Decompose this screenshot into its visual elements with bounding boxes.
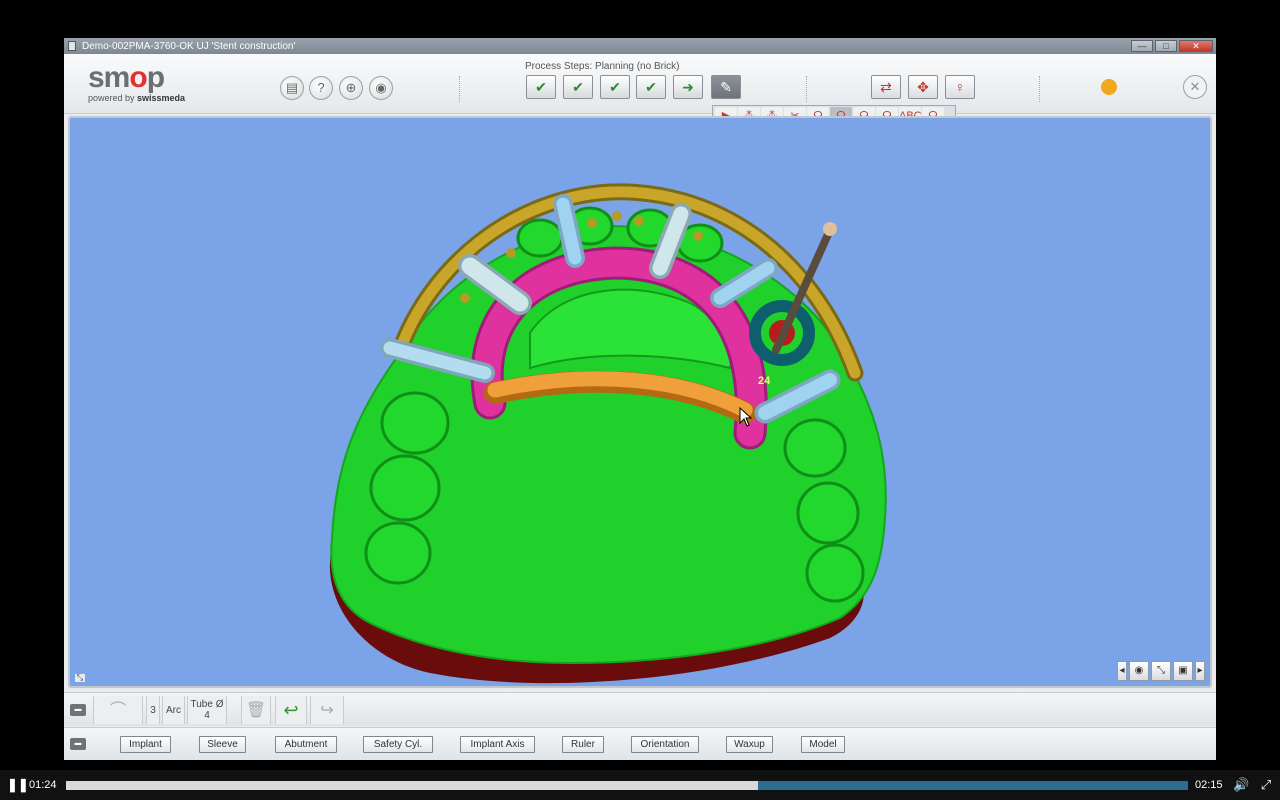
panel-collapse-button[interactable]: ▬: [70, 704, 86, 716]
logo-wordmark: smop: [88, 61, 165, 94]
arc-type-label: Arc: [162, 696, 185, 724]
help-button[interactable]: ?: [309, 76, 333, 100]
arc-shape-icon[interactable]: ⌒: [93, 696, 143, 724]
maximize-button[interactable]: □: [1155, 40, 1177, 52]
delete-icon[interactable]: 🗑: [241, 696, 271, 724]
close-app-button[interactable]: ✕: [1183, 75, 1207, 99]
object-visibility-panel: ▬ Implant Sleeve Abutment Safety Cyl. Im…: [64, 727, 1216, 760]
progress-bar-played: [66, 781, 759, 790]
window-titlebar: Demo-002PMA-3760-OK UJ 'Stent constructi…: [64, 38, 1216, 54]
progress-bar[interactable]: [66, 781, 1188, 790]
view-person-button[interactable]: ♀: [945, 75, 975, 99]
duration: 02:15: [1195, 779, 1223, 791]
implant-axis-tip[interactable]: [823, 222, 837, 236]
tube-diameter-label: Tube Ø: [190, 699, 224, 710]
step-3-button[interactable]: ✔: [600, 75, 630, 99]
video-player-controls: ❚❚ 01:24 02:15 🔊 ⤢: [0, 770, 1280, 800]
3d-viewport[interactable]: 24 ⤡ ◂ ◉ ⤡ ▣ ▸: [68, 116, 1212, 688]
step-4-button[interactable]: ✔: [636, 75, 666, 99]
safety-cylinder-toggle-button[interactable]: Safety Cyl.: [363, 736, 433, 753]
main-toolbar: smop powered by swissmeda ▤ ? ⊕ ◉ Proces…: [64, 54, 1216, 114]
arc-count-value: 3: [146, 696, 160, 724]
view-rotate-button[interactable]: ⇄: [871, 75, 901, 99]
save-button[interactable]: ▤: [280, 76, 304, 100]
smop-logo: smop powered by swissmeda: [88, 61, 186, 104]
toolbar-divider: [459, 76, 460, 102]
current-time: 01:24: [29, 779, 57, 791]
app-icon: [68, 41, 76, 51]
sleeve-toggle-button[interactable]: Sleeve: [199, 736, 246, 753]
ruler-toggle-button[interactable]: Ruler: [562, 736, 604, 753]
process-steps-label: Process Steps: Planning (no Brick): [525, 61, 680, 72]
model-toggle-button[interactable]: Model: [801, 736, 845, 753]
implant-label: 24: [758, 375, 771, 387]
viewport-layout-button[interactable]: ▣: [1173, 661, 1193, 681]
pause-button[interactable]: ❚❚: [7, 778, 29, 792]
video-frame: Demo-002PMA-3760-OK UJ 'Stent constructi…: [0, 0, 1280, 800]
window-close-button[interactable]: ✕: [1179, 40, 1213, 52]
step-6-stent-construction-button[interactable]: ✎: [711, 75, 741, 99]
viewport-controls: ◂ ◉ ⤡ ▣ ▸: [1117, 661, 1205, 681]
viewport-prev-button[interactable]: ◂: [1117, 661, 1127, 681]
window-controls: — □ ✕: [1131, 40, 1213, 52]
redo-button[interactable]: ↪: [310, 696, 344, 724]
toolbar-divider: [1039, 76, 1040, 102]
add-button[interactable]: ⊕: [339, 76, 363, 100]
logo-tagline: powered by swissmeda: [88, 93, 186, 103]
tube-diameter-field[interactable]: Tube Ø 4: [187, 696, 227, 724]
viewport-fit-button[interactable]: ⤡: [1151, 661, 1171, 681]
implant-toggle-button[interactable]: Implant: [120, 736, 171, 753]
toolbar-divider: [806, 76, 807, 102]
minimize-button[interactable]: —: [1131, 40, 1153, 52]
stent-properties-panel: ▬ ⌒ 3 Arc Tube Ø 4 🗑 ↩ ↪: [64, 692, 1216, 726]
step-1-button[interactable]: ✔: [526, 75, 556, 99]
tube-diameter-value: 4: [204, 710, 210, 721]
window-title: Demo-002PMA-3760-OK UJ 'Stent constructi…: [82, 40, 296, 52]
smop-application-window: Demo-002PMA-3760-OK UJ 'Stent constructi…: [64, 38, 1216, 760]
undo-button[interactable]: ↩: [275, 696, 307, 724]
orientation-toggle-button[interactable]: Orientation: [631, 736, 699, 753]
abutment-toggle-button[interactable]: Abutment: [275, 736, 337, 753]
view-pan-button[interactable]: ✥: [908, 75, 938, 99]
screenshot-camera-button[interactable]: ◉: [369, 76, 393, 100]
dental-model-scene[interactable]: 24: [70, 118, 1210, 686]
status-indicator: [1101, 79, 1117, 95]
viewport-next-button[interactable]: ▸: [1195, 661, 1205, 681]
fullscreen-icon[interactable]: ⤢: [1258, 777, 1274, 793]
step-2-button[interactable]: ✔: [563, 75, 593, 99]
implant-axis-toggle-button[interactable]: Implant Axis: [460, 736, 535, 753]
viewport-reset-view-button[interactable]: ◉: [1129, 661, 1149, 681]
waxup-toggle-button[interactable]: Waxup: [726, 736, 773, 753]
step-5-export-button[interactable]: ➜: [673, 75, 703, 99]
viewport-resize-icon[interactable]: ⤡: [75, 674, 85, 682]
panel-collapse-button[interactable]: ▬: [70, 738, 86, 750]
volume-icon[interactable]: 🔊: [1233, 777, 1249, 793]
